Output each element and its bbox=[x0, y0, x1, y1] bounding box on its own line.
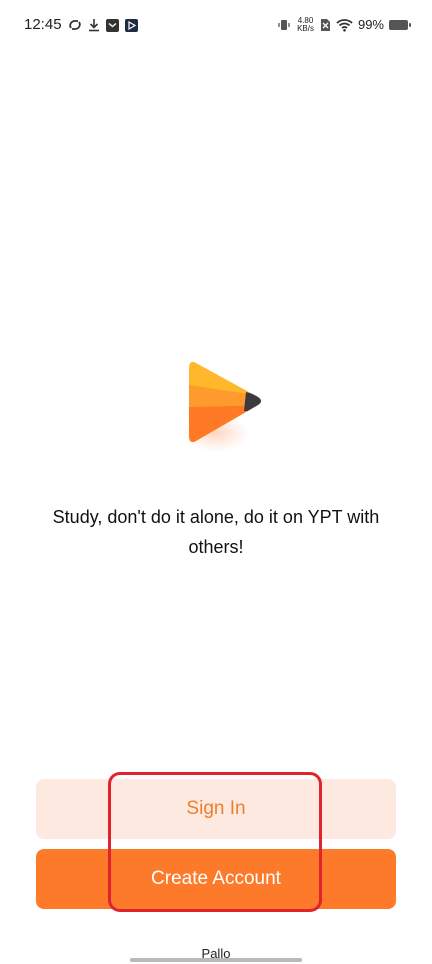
status-time: 12:45 bbox=[24, 16, 62, 33]
home-indicator[interactable] bbox=[130, 958, 302, 962]
play-store-icon bbox=[125, 18, 138, 32]
download-icon bbox=[89, 19, 99, 32]
mail-icon bbox=[106, 18, 119, 32]
ypt-play-logo-icon bbox=[189, 361, 261, 443]
vibrate-icon bbox=[278, 20, 290, 30]
create-account-button[interactable]: Create Account bbox=[36, 849, 396, 909]
status-bar: 12:45 4.80 KB/s 99% bbox=[0, 0, 432, 52]
app-logo bbox=[160, 345, 270, 465]
status-right-icons: 4.80 KB/s 99% bbox=[277, 15, 411, 35]
status-left-icons bbox=[68, 17, 138, 33]
net-speed: 4.80 KB/s bbox=[297, 17, 314, 33]
battery-percent: 99% bbox=[357, 17, 384, 32]
net-speed-unit: KB/s bbox=[297, 24, 314, 33]
sync-icon bbox=[69, 20, 81, 30]
battery-icon bbox=[389, 20, 411, 30]
sim-off-icon bbox=[320, 19, 330, 31]
sign-in-button[interactable]: Sign In bbox=[36, 779, 396, 839]
wifi-icon bbox=[336, 19, 353, 32]
tagline: Study, don't do it alone, do it on YPT w… bbox=[52, 507, 380, 557]
